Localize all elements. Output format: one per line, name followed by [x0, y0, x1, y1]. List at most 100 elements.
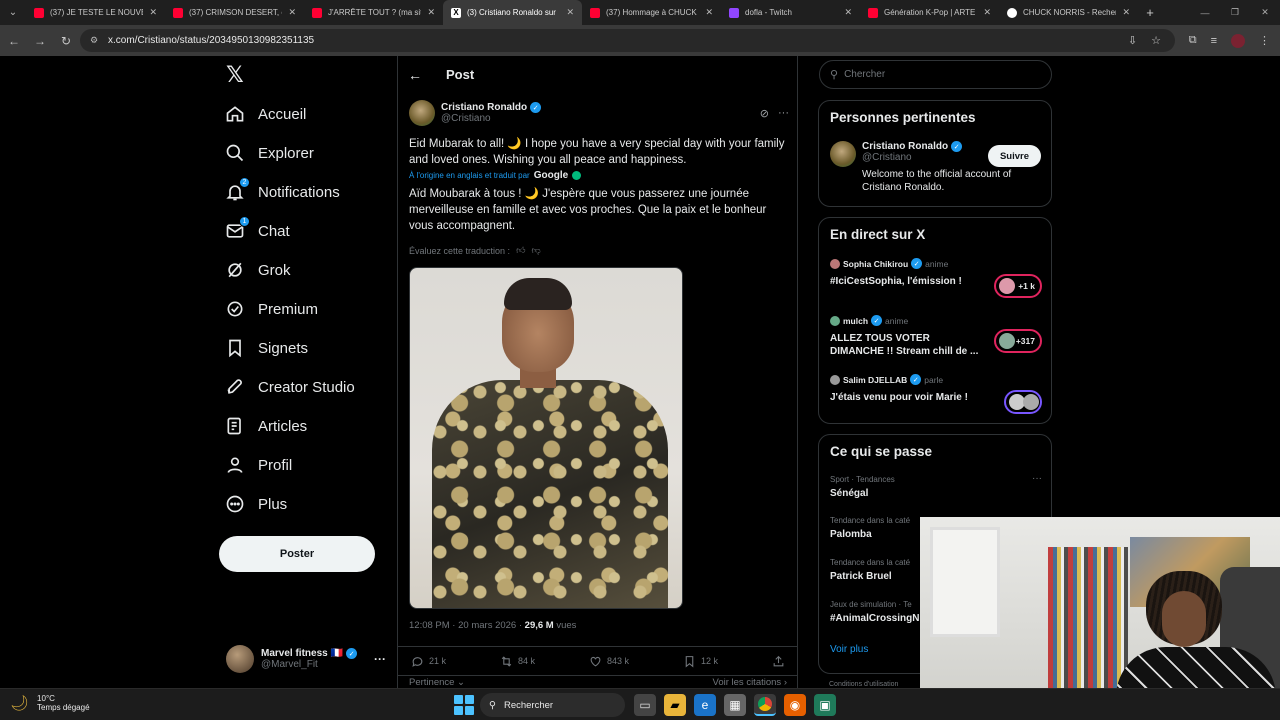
close-icon[interactable]: ✕	[1122, 7, 1130, 18]
post-date[interactable]: 20 mars 2026	[458, 620, 516, 631]
firefox-icon[interactable]: ◉	[784, 694, 806, 716]
nav-item-notifications[interactable]: 2 Notifications	[224, 176, 340, 208]
profile-avatar[interactable]	[1231, 33, 1245, 48]
nav-item-more[interactable]: Plus	[224, 488, 287, 520]
share-button[interactable]	[772, 655, 785, 668]
quotes-link[interactable]: Voir les citations ›	[713, 677, 787, 688]
nav-item-creator-studio[interactable]: Creator Studio	[224, 371, 355, 403]
main-column: ← Post Cristiano Ronaldo ✓ @Cristiano ⊘ ·…	[397, 56, 798, 688]
more-icon[interactable]: ···	[374, 652, 386, 666]
nav-item-articles[interactable]: Articles	[224, 410, 307, 442]
close-icon[interactable]: ✕	[427, 7, 435, 18]
follow-button[interactable]: Suivre	[988, 145, 1041, 167]
browser-tab[interactable]: (37) Hommage à CHUCK ✕	[582, 0, 721, 25]
live-action: anime	[885, 315, 909, 326]
thumbs-up-icon[interactable]: 👍︎	[516, 245, 525, 256]
windows-taskbar: 🌙︎ 10°C Temps dégagé ⚲ Rechercher ▭ ▰ e …	[0, 688, 1280, 720]
browser-tab[interactable]: J'ARRÊTE TOUT ? (ma situ ✕	[304, 0, 443, 25]
chrome-icon[interactable]	[754, 694, 776, 716]
avatar[interactable]	[409, 100, 435, 126]
premium-icon	[224, 298, 246, 320]
nav-item-home[interactable]: Accueil	[224, 98, 306, 130]
site-info-icon[interactable]: ⚙	[88, 35, 100, 47]
repost-button[interactable]: 84 k	[500, 655, 535, 668]
browser-tab-active[interactable]: X (3) Cristiano Ronaldo sur ✕	[443, 0, 582, 25]
store-icon[interactable]: ▦	[724, 694, 746, 716]
thumbs-down-icon[interactable]: 👎︎	[531, 245, 540, 256]
listener-pill[interactable]: +317	[994, 329, 1042, 353]
terms-link[interactable]: Conditions d'utilisation	[829, 681, 898, 688]
like-count: 843 k	[606, 656, 629, 666]
quotes-label: Voir les citations	[712, 677, 782, 688]
start-icon[interactable]	[454, 695, 474, 715]
browser-tab[interactable]: (37) CRIMSON DESERT, c' ✕	[165, 0, 304, 25]
x-logo-icon[interactable]: 𝕏	[226, 64, 248, 86]
browser-tab[interactable]: (37) JE TESTE LE NOUVEAU ✕	[26, 0, 165, 25]
nav-item-chat[interactable]: 1 Chat	[224, 215, 290, 247]
close-icon[interactable]: ✕	[983, 7, 991, 18]
bookmark-button[interactable]: 12 k	[683, 655, 718, 668]
nav-item-explore[interactable]: Explorer	[224, 137, 314, 169]
youtube-icon	[34, 7, 44, 18]
more-icon[interactable]: ···	[778, 107, 789, 120]
nav-item-premium[interactable]: Premium	[224, 293, 318, 325]
nav-item-grok[interactable]: Grok	[224, 254, 291, 286]
edge-icon[interactable]: e	[694, 694, 716, 716]
extensions-icon[interactable]: ⧉	[1189, 34, 1197, 47]
close-icon[interactable]: ✕	[566, 7, 574, 18]
home-icon	[224, 103, 246, 125]
close-icon[interactable]: ✕	[705, 7, 713, 18]
media-icon[interactable]: ≡	[1211, 35, 1217, 47]
see-more-link[interactable]: Voir plus	[830, 644, 868, 655]
star-icon[interactable]: ☆	[1151, 34, 1161, 47]
close-icon[interactable]: ✕	[288, 7, 296, 18]
author-handle[interactable]: @Cristiano	[441, 113, 541, 124]
reload-icon[interactable]: ↻	[54, 29, 78, 53]
install-app-icon[interactable]: ⇩	[1128, 34, 1137, 47]
menu-icon[interactable]: ⋮	[1259, 34, 1270, 47]
back-icon[interactable]: ←	[2, 29, 26, 53]
back-arrow-icon[interactable]: ←	[408, 67, 428, 83]
live-item[interactable]: mulch ✓ anime ALLEZ TOUS VOTER DIMANCHE !!…	[830, 315, 1042, 358]
post-author: Cristiano Ronaldo ✓ @Cristiano ⊘ ···	[409, 98, 789, 128]
account-switcher[interactable]: Marvel fitness 🇫🇷 ✓ @Marvel_Fit ···	[226, 642, 386, 676]
trend-item[interactable]: Sport · Tendances Sénégal ···	[830, 473, 1042, 499]
browser-tab[interactable]: Génération K-Pop | ARTE ✕	[860, 0, 999, 25]
verified-icon: ✓	[871, 315, 883, 326]
address-bar[interactable]: ⚙ x.com/Cristiano/status/203495013098235…	[80, 29, 1175, 52]
post-time[interactable]: 12:08 PM	[409, 620, 450, 631]
taskbar-search[interactable]: ⚲ Rechercher	[480, 693, 625, 717]
reply-icon	[412, 656, 423, 667]
bookmark-icon	[685, 655, 694, 668]
close-icon[interactable]: ✕	[149, 7, 157, 18]
forward-icon[interactable]: →	[28, 29, 52, 53]
live-item[interactable]: Salim DJELLAB ✓ parle J'étais venu pour vo…	[830, 374, 1042, 414]
browser-tab[interactable]: CHUCK NORRIS - Recherc ✕	[999, 0, 1138, 25]
more-icon[interactable]: ···	[1032, 473, 1042, 484]
tab-search-icon[interactable]: ⌄	[0, 0, 26, 25]
post-button[interactable]: Poster	[219, 536, 375, 572]
browser-tab[interactable]: dofla - Twitch ✕	[721, 0, 860, 25]
close-icon[interactable]: ✕	[844, 7, 852, 18]
author-name[interactable]: Cristiano Ronaldo	[441, 102, 527, 113]
app-icon[interactable]: ▣	[814, 694, 836, 716]
close-window-icon[interactable]: ✕	[1250, 0, 1280, 25]
listener-pill[interactable]: +1 k	[994, 274, 1042, 298]
task-view-icon[interactable]: ▭	[634, 694, 656, 716]
search-input[interactable]: ⚲ Chercher	[819, 60, 1052, 89]
nav-item-profile[interactable]: Profil	[224, 449, 292, 481]
live-item[interactable]: Sophia Chikirou ✓ anime #IciCestSophia, l'…	[830, 258, 1042, 298]
new-tab-icon[interactable]: +	[1138, 0, 1162, 25]
weather-widget[interactable]: 🌙︎ 10°C Temps dégagé	[10, 694, 90, 712]
reply-button[interactable]: 21 k	[411, 655, 446, 668]
listener-pill[interactable]	[1004, 390, 1042, 414]
maximize-icon[interactable]: ❐	[1220, 0, 1250, 25]
like-button[interactable]: 843 k	[589, 655, 629, 668]
post-image[interactable]	[409, 267, 683, 609]
nav-label: Grok	[258, 261, 291, 279]
grok-icon[interactable]: ⊘	[760, 107, 769, 120]
sort-dropdown[interactable]: Pertinence ⌄	[409, 677, 465, 688]
nav-item-bookmarks[interactable]: Signets	[224, 332, 308, 364]
file-explorer-icon[interactable]: ▰	[664, 694, 686, 716]
minimize-icon[interactable]: —	[1190, 0, 1220, 25]
